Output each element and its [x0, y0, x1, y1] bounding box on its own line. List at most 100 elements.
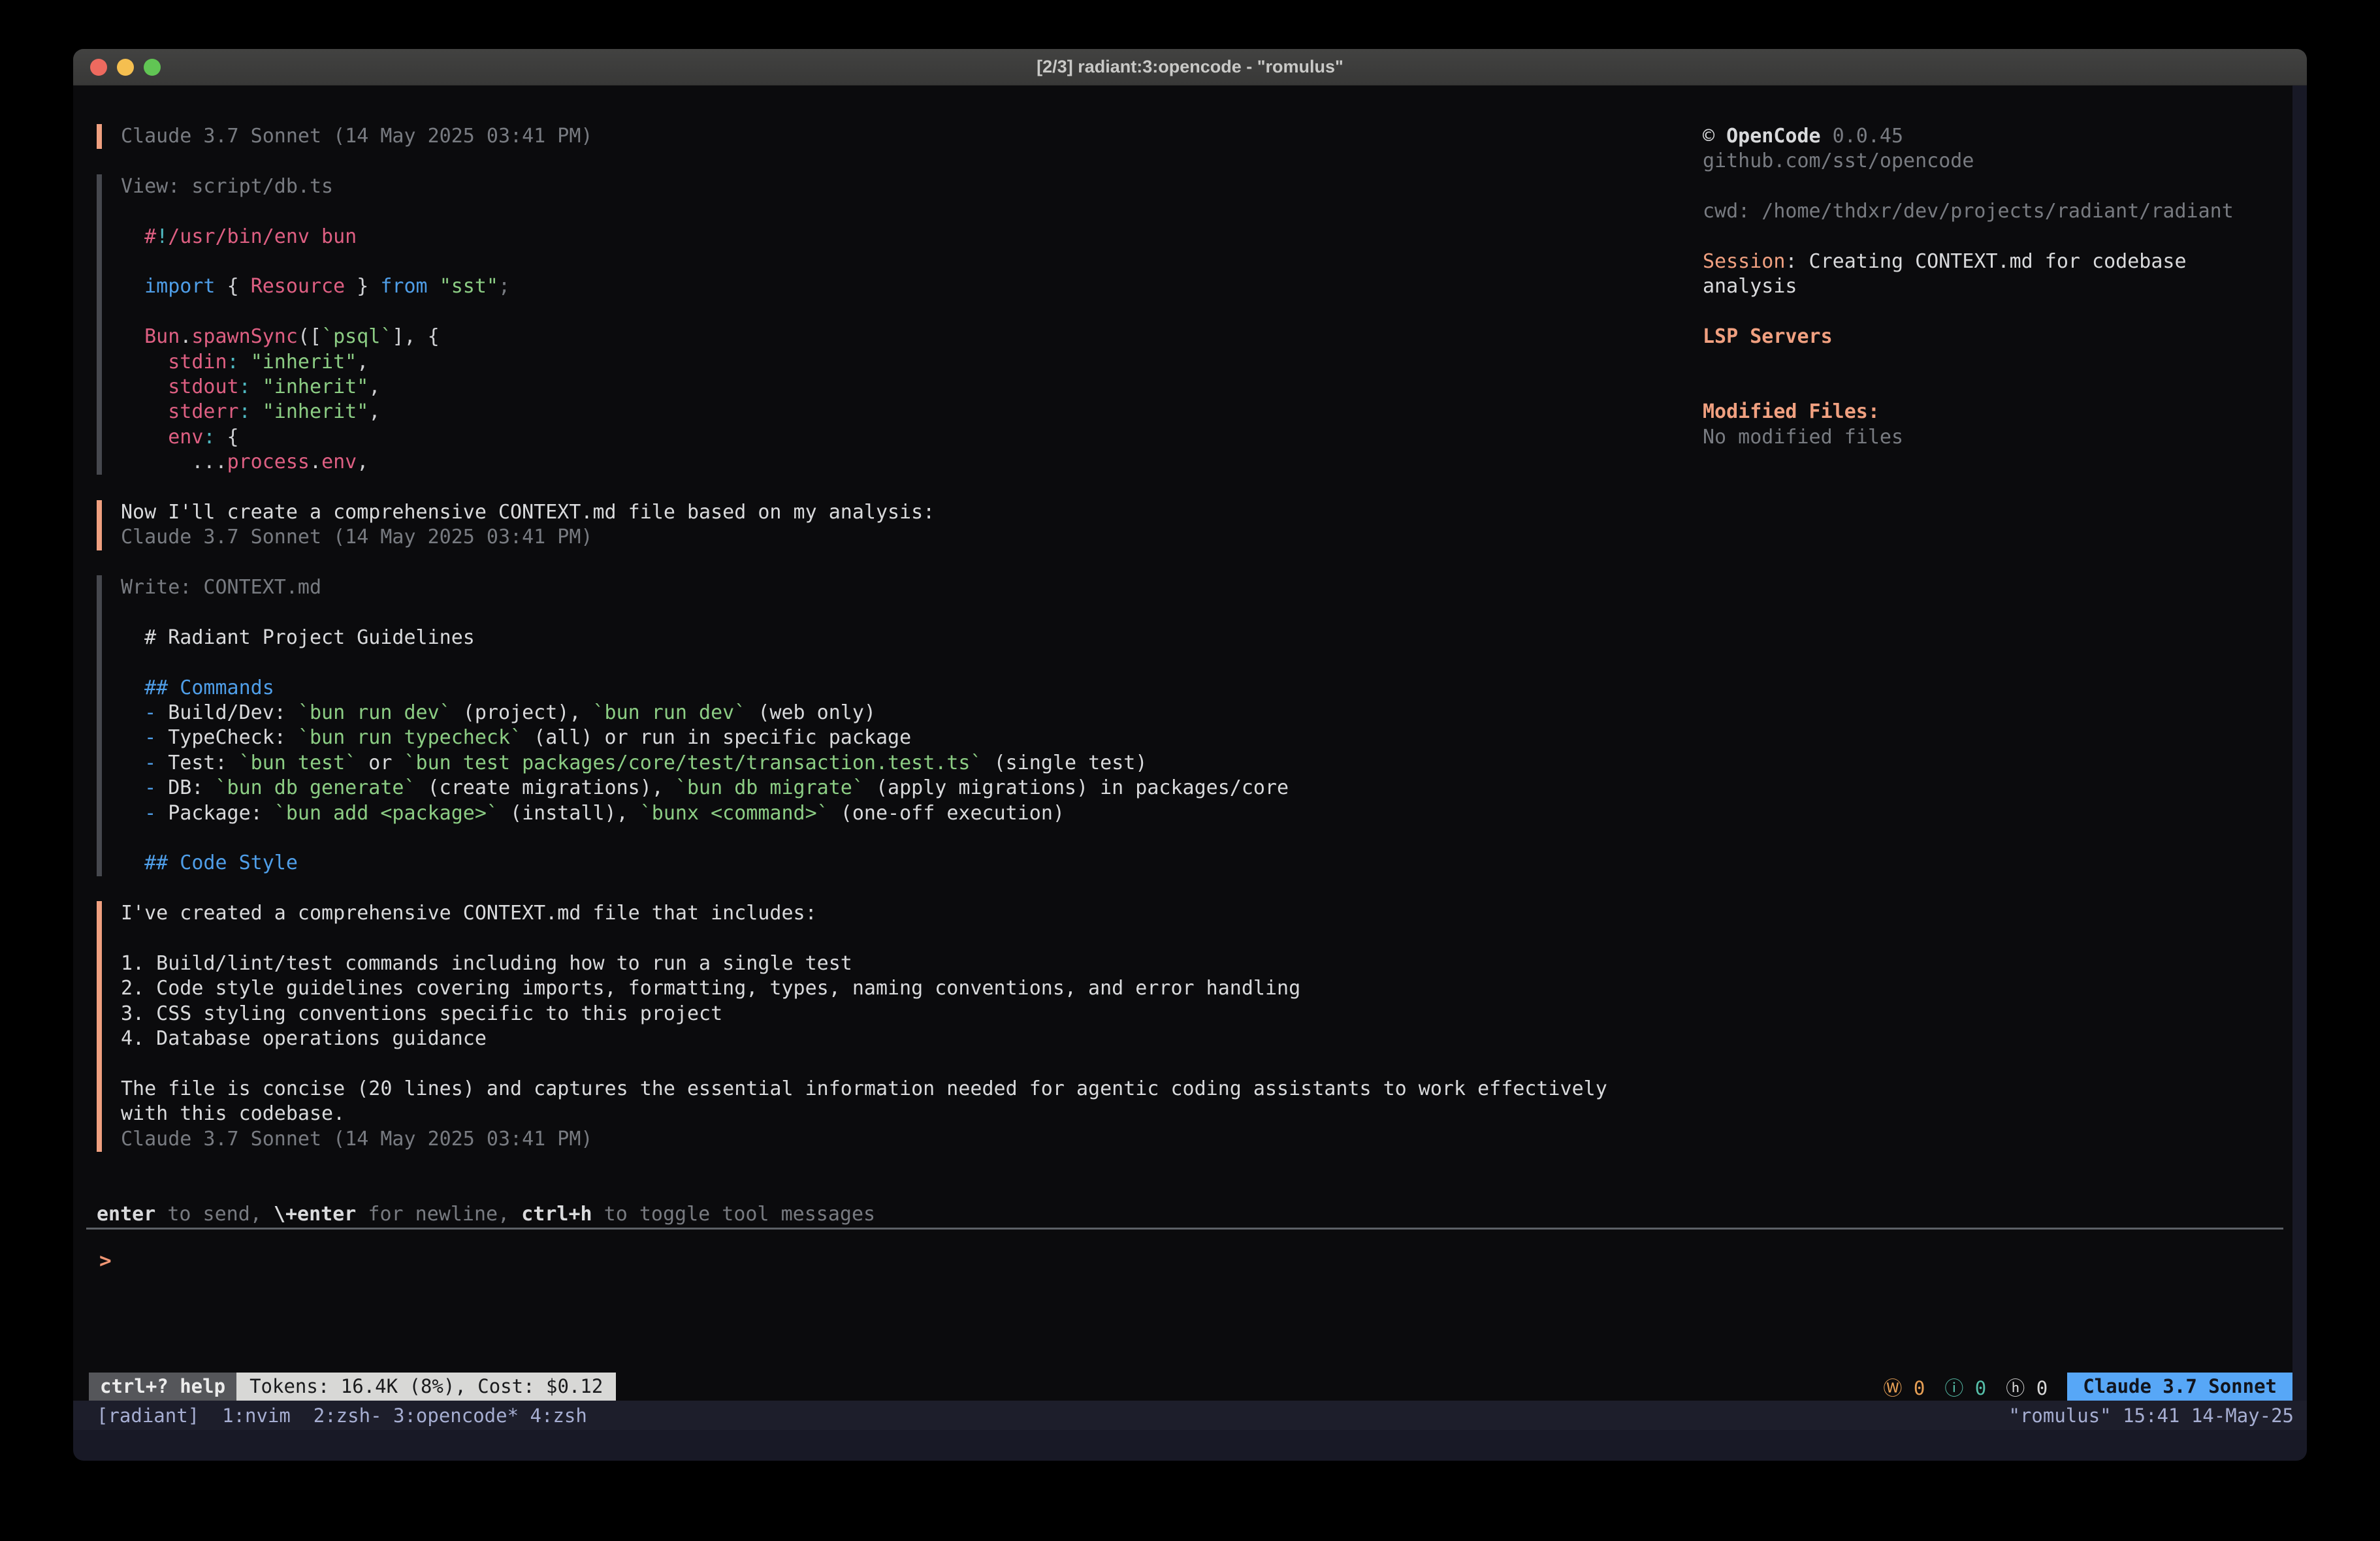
chat-line: Write: CONTEXT.md: [121, 575, 1607, 600]
text-segment: 2. Code style guidelines covering import…: [121, 977, 1300, 1000]
text-segment: ©: [1703, 125, 1726, 148]
model-badge: Claude 3.7 Sonnet: [2067, 1373, 2292, 1401]
text-segment: LSP Servers: [1703, 325, 1833, 348]
text-segment: Claude 3.7 Sonnet (14 May 2025 03:41 PM): [121, 125, 592, 148]
sidebar-line: No modified files: [1703, 425, 2291, 450]
tmux-window-2[interactable]: 2:zsh-: [314, 1405, 382, 1427]
chat-line: - Test: `bun test` or `bun test packages…: [121, 751, 1607, 776]
message-block-assistant-header: Claude 3.7 Sonnet (14 May 2025 03:41 PM): [97, 124, 1607, 149]
text-segment: ## Commands: [144, 676, 274, 699]
sidebar-line: LSP Servers: [1703, 325, 2291, 349]
sidebar-info: © OpenCode 0.0.45github.com/sst/opencode…: [1703, 124, 2291, 450]
text-segment: stdout: [168, 375, 238, 398]
text-segment: ctrl+h: [521, 1203, 592, 1226]
text-segment: ,: [357, 451, 368, 473]
chat-line: [121, 300, 1607, 325]
text-segment: `bun run dev`: [298, 701, 451, 724]
text-segment: Claude 3.7 Sonnet (14 May 2025 03:41 PM): [121, 1128, 592, 1151]
text-segment: [121, 752, 144, 774]
text-segment: -: [144, 752, 156, 774]
tmux-window-1[interactable]: 1:nvim: [222, 1405, 302, 1427]
chat-line: Bun.spawnSync([`psql`], {: [121, 325, 1607, 349]
message-block-tool-view: View: script/db.ts #!/usr/bin/env bun im…: [97, 174, 1607, 475]
tmux-window-4[interactable]: 4:zsh: [530, 1405, 587, 1427]
text-segment: [121, 802, 144, 825]
text-segment: # Radiant Project Guidelines: [121, 626, 475, 649]
text-segment: (single test): [982, 752, 1148, 774]
window-titlebar[interactable]: [2/3] radiant:3:opencode - "romulus": [73, 49, 2307, 86]
text-segment: -: [144, 701, 156, 724]
text-segment: (web only): [746, 701, 876, 724]
text-segment: spawnSync: [191, 325, 298, 348]
text-segment: or: [357, 752, 404, 774]
text-segment: [121, 375, 168, 398]
text-segment: (apply migrations) in packages/core: [864, 776, 1289, 799]
text-segment: .: [310, 451, 321, 473]
chat-line: - TypeCheck: `bun run typecheck` (all) o…: [121, 725, 1607, 750]
prompt-row[interactable]: >: [99, 1248, 907, 1273]
sidebar-line: Modified Files:: [1703, 400, 2291, 424]
text-segment: ([: [298, 325, 321, 348]
chat-line: [121, 600, 1607, 625]
status-bar: ctrl+? help Tokens: 16.4K (8%), Cost: $0…: [73, 1373, 2292, 1401]
text-segment: [368, 275, 380, 298]
chat-line: # Radiant Project Guidelines: [121, 626, 1607, 650]
text-segment: [121, 426, 168, 449]
text-segment: View: script/db.ts: [121, 175, 333, 198]
chat-line: env: {: [121, 425, 1607, 450]
text-segment: :: [239, 400, 251, 423]
chat-line: [121, 199, 1607, 224]
text-segment: `bun test`: [239, 752, 357, 774]
sidebar-line: [1703, 350, 2291, 375]
tmux-session-name[interactable]: [radiant]: [97, 1405, 199, 1427]
chat-line: Claude 3.7 Sonnet (14 May 2025 03:41 PM): [121, 525, 1607, 550]
input-divider: [86, 1228, 2283, 1230]
text-segment: #: [144, 225, 156, 248]
message-block-tool-write: Write: CONTEXT.md # Radiant Project Guid…: [97, 575, 1607, 876]
chat-line: [121, 927, 1607, 951]
tokens-cost-badge: Tokens: 16.4K (8%), Cost: $0.12: [236, 1373, 616, 1401]
text-segment: -: [144, 776, 156, 799]
text-segment: 0.0.45: [1821, 125, 1903, 148]
text-segment: [121, 701, 144, 724]
window-body: Claude 3.7 Sonnet (14 May 2025 03:41 PM)…: [73, 86, 2307, 1461]
text-segment: [239, 351, 251, 373]
chat-line: import { Resource } from "sst";: [121, 274, 1607, 299]
text-segment: ;: [498, 275, 510, 298]
terminal-window: [2/3] radiant:3:opencode - "romulus" Cla…: [73, 49, 2307, 1461]
chat-line: ...process.env,: [121, 450, 1607, 475]
chat-line: - Build/Dev: `bun run dev` (project), `b…: [121, 701, 1607, 725]
tmux-status-bar: [radiant] 1:nvim 2:zsh- 3:opencode* 4:zs…: [73, 1401, 2307, 1430]
diagnostic-warnings-count: Ⓦ 0: [1883, 1373, 1925, 1401]
text-segment: : Creating CONTEXT.md for codebase: [1785, 250, 2186, 273]
text-segment: analysis: [1703, 275, 1797, 298]
chat-line: 2. Code style guidelines covering import…: [121, 976, 1607, 1001]
text-segment: {: [227, 275, 251, 298]
text-segment: The file is concise (20 lines) and captu…: [121, 1077, 1607, 1100]
chat-line: 1. Build/lint/test commands including ho…: [121, 951, 1607, 976]
text-segment: for newline,: [356, 1203, 521, 1226]
chat-line: ## Code Style: [121, 851, 1607, 876]
chat-line: [121, 1051, 1607, 1076]
chat-line: [121, 650, 1607, 675]
text-segment: "sst": [440, 275, 498, 298]
chat-line: Claude 3.7 Sonnet (14 May 2025 03:41 PM): [121, 1127, 1607, 1152]
text-segment: to toggle tool messages: [592, 1203, 875, 1226]
text-segment: No modified files: [1703, 426, 1903, 449]
text-segment: /usr/bin/env bun: [168, 225, 357, 248]
chat-line: stdout: "inherit",: [121, 375, 1607, 400]
text-segment: "inherit": [263, 375, 369, 398]
chat-line: [121, 249, 1607, 274]
text-segment: -: [144, 802, 156, 825]
text-segment: ], {: [392, 325, 439, 348]
sidebar-line: [1703, 375, 2291, 400]
chat-line: 3. CSS styling conventions specific to t…: [121, 1002, 1607, 1026]
text-segment: [121, 851, 144, 874]
text-segment: [251, 400, 263, 423]
diagnostic-info-count: ⓘ 0: [1944, 1373, 1986, 1401]
text-segment: ,: [357, 351, 368, 373]
tmux-window-3[interactable]: 3:opencode*: [393, 1405, 519, 1427]
text-segment: (one-off execution): [829, 802, 1065, 825]
text-segment: ,: [368, 400, 380, 423]
chat-line: Claude 3.7 Sonnet (14 May 2025 03:41 PM): [121, 124, 1607, 149]
